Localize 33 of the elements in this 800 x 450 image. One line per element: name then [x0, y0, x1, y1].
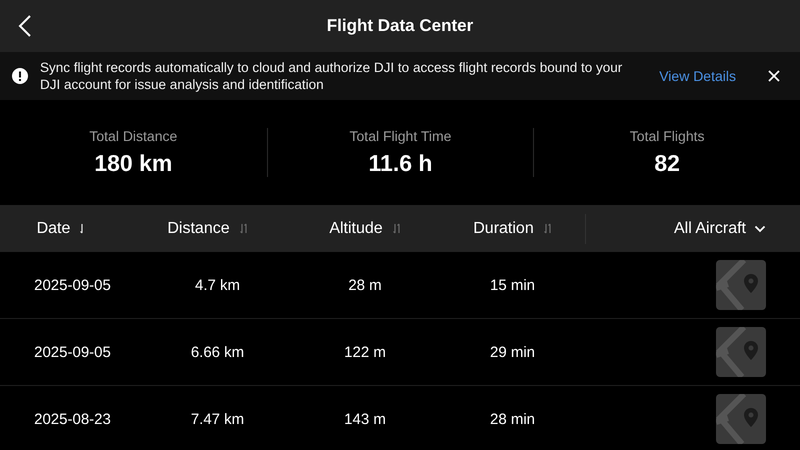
- sort-column-header[interactable]: Distance: [125, 220, 290, 238]
- duration-cell-text: 28 min: [488, 410, 536, 428]
- altitude-cell-text: 28 m: [347, 276, 383, 294]
- map-thumbnail-button[interactable]: [716, 394, 766, 444]
- aircraft-filter-dropdown[interactable]: All Aircraft: [585, 214, 800, 244]
- close-button[interactable]: [766, 68, 782, 84]
- stat-value: 11.6 h: [368, 150, 432, 177]
- date-cell-text: 2025-08-23: [33, 410, 112, 428]
- date-cell-text: 2025-09-05: [33, 344, 112, 360]
- stat-label: Total Flights: [630, 128, 704, 144]
- stat-label: Total Flight Time: [350, 128, 452, 144]
- stat-value: 82: [654, 150, 680, 177]
- stat-value: 180 km: [94, 150, 172, 177]
- distance-cell-text: 7.47 km: [190, 410, 246, 428]
- distance-cell-text: 4.7 km: [194, 276, 241, 294]
- sort-column-header[interactable]: Altitude: [290, 220, 440, 238]
- duration-cell-text: 29 min: [488, 344, 536, 360]
- view-details-link[interactable]: View Details: [659, 68, 736, 84]
- map-thumbnail-button[interactable]: [716, 260, 766, 310]
- distance-cell-text: 6.66 km: [190, 344, 246, 360]
- sort-column-header[interactable]: Date: [0, 220, 125, 238]
- alert-icon: [12, 68, 28, 84]
- stat-label: Total Distance: [89, 128, 178, 144]
- altitude-cell-text: 122 m: [343, 344, 387, 360]
- page-title: Flight Data Center: [326, 16, 474, 36]
- map-thumbnail-button[interactable]: [716, 327, 766, 377]
- sync-notice: Sync flight records automatically to cloud and authorize DJI to access flight records bound to your DJI account for issue analysis and identification: [40, 59, 624, 93]
- back-icon: [18, 14, 32, 38]
- altitude-cell-text: 143 m: [343, 410, 387, 428]
- date-cell-text: 2025-09-05: [33, 276, 112, 294]
- sort-column-header[interactable]: Duration: [440, 220, 585, 238]
- duration-cell-text: 15 min: [488, 276, 536, 294]
- caret-icon: [754, 224, 766, 232]
